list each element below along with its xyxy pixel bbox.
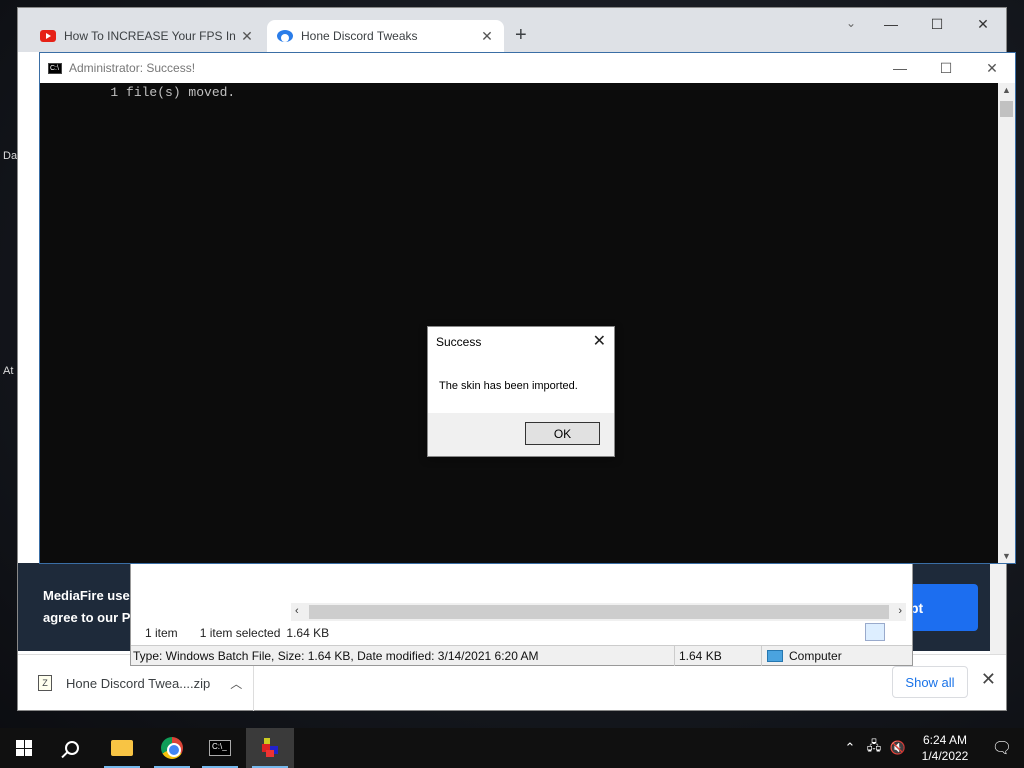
start-button[interactable] <box>0 728 48 768</box>
close-icon[interactable]: ✕ <box>981 669 996 690</box>
vertical-scrollbar[interactable]: ▲ ▼ <box>998 83 1015 563</box>
console-output[interactable]: 1 file(s) moved. ▲ ▼ <box>40 83 1015 563</box>
cmd-icon: C:\ <box>48 62 62 74</box>
details-bar: Type: Windows Batch File, Size: 1.64 KB,… <box>131 645 912 666</box>
cmd-window: C:\ Administrator: Success! — ☐ ✕ 1 file… <box>39 52 1016 564</box>
hone-icon <box>277 30 293 42</box>
notification-icon[interactable]: 🗨 <box>980 738 1024 758</box>
scroll-down-icon[interactable]: ▼ <box>1002 551 1011 561</box>
desktop-label: Da <box>3 150 18 162</box>
ok-button[interactable]: OK <box>525 422 600 445</box>
taskbar-terminal[interactable]: C:\_ <box>196 728 244 768</box>
cmd-titlebar[interactable]: C:\ Administrator: Success! — ☐ ✕ <box>40 53 1015 83</box>
clock-date: 1/4/2022 <box>921 749 969 763</box>
network-icon[interactable]: 🖧 <box>862 737 886 759</box>
search-button[interactable] <box>48 728 96 768</box>
maximize-icon[interactable]: ☐ <box>923 53 969 83</box>
divider <box>761 646 762 666</box>
minimize-icon[interactable]: — <box>868 8 914 40</box>
desktop-left-strip: Da At <box>0 90 18 610</box>
window-controls: — ☐ ✕ <box>877 53 1015 83</box>
chrome-icon <box>161 737 183 759</box>
file-details: Type: Windows Batch File, Size: 1.64 KB,… <box>133 649 539 663</box>
new-tab-button[interactable]: + <box>515 24 527 47</box>
taskbar-file-explorer[interactable] <box>98 728 146 768</box>
scrollbar-thumb[interactable] <box>1000 101 1013 117</box>
dialog-message: The skin has been imported. <box>439 380 578 392</box>
minecraft-icon <box>260 738 280 758</box>
minimize-icon[interactable]: — <box>877 53 923 83</box>
clock-time: 6:24 AM <box>922 733 968 747</box>
tab-youtube[interactable]: How To INCREASE Your FPS In Minecraft ✕ <box>30 20 264 52</box>
chevron-down-icon[interactable]: ⌄ <box>846 16 856 30</box>
volume-muted-icon[interactable]: 🔇 <box>886 740 910 756</box>
dialog-footer: OK <box>428 413 614 456</box>
selection-count: 1 item selected <box>199 626 281 640</box>
show-all-button[interactable]: Show all <box>892 666 968 698</box>
status-bar: 1 item 1 item selected 1.64 KB <box>131 623 912 643</box>
close-icon[interactable]: ✕ <box>960 8 1006 40</box>
view-toggle <box>865 623 907 641</box>
zip-file-icon: Z <box>38 675 52 691</box>
cookie-text: MediaFire uses agree to our Pr <box>43 585 137 629</box>
terminal-icon: C:\_ <box>209 740 231 756</box>
windows-logo-icon <box>16 740 32 756</box>
cookie-text-line: MediaFire uses <box>43 588 137 603</box>
message-dialog: Success ✕ The skin has been imported. OK <box>427 326 615 457</box>
close-icon[interactable]: ✕ <box>969 53 1015 83</box>
desktop-label: At <box>3 365 14 377</box>
window-controls: — ☐ ✕ <box>868 8 1006 40</box>
details-view-icon[interactable] <box>865 623 885 641</box>
window-title: Administrator: Success! <box>69 61 196 75</box>
chevron-left-icon[interactable]: ‹ <box>295 605 299 617</box>
system-tray: ⌃ 🖧 🔇 6:24 AM 1/4/2022 🗨 <box>838 728 1024 768</box>
tab-title: How To INCREASE Your FPS In Minecraft <box>64 29 240 43</box>
large-icons-view-icon[interactable] <box>887 623 907 641</box>
scrollbar-thumb[interactable] <box>309 605 889 619</box>
selection-size: 1.64 KB <box>286 626 330 640</box>
file-explorer-window: ‹ › 1 item 1 item selected 1.64 KB Type:… <box>130 562 913 666</box>
folder-icon <box>111 740 133 756</box>
location: Computer <box>767 649 842 663</box>
location-label: Computer <box>789 649 842 663</box>
clock[interactable]: 6:24 AM 1/4/2022 <box>910 732 980 764</box>
tab-title: Hone Discord Tweaks <box>301 29 418 43</box>
maximize-icon[interactable]: ☐ <box>914 8 960 40</box>
cookie-text-line: agree to our Pr <box>43 610 136 625</box>
chevron-up-icon[interactable]: ︿ <box>230 675 242 692</box>
taskbar-minecraft[interactable] <box>246 728 294 768</box>
tab-bar: How To INCREASE Your FPS In Minecraft ✕ … <box>18 8 1006 52</box>
file-size: 1.64 KB <box>679 649 722 663</box>
close-icon[interactable]: ✕ <box>593 331 606 351</box>
taskbar: C:\_ ⌃ 🖧 🔇 6:24 AM 1/4/2022 🗨 <box>0 728 1024 768</box>
close-icon[interactable]: ✕ <box>480 28 494 45</box>
computer-icon <box>767 650 783 662</box>
console-text: 1 file(s) moved. <box>48 85 236 100</box>
search-icon <box>65 741 79 755</box>
horizontal-scrollbar[interactable]: ‹ › <box>291 603 906 621</box>
download-file-name: Hone Discord Twea....zip <box>66 675 211 691</box>
chevron-right-icon[interactable]: › <box>898 605 902 617</box>
divider <box>674 646 675 666</box>
scroll-up-icon[interactable]: ▲ <box>1002 85 1011 95</box>
taskbar-chrome[interactable] <box>148 728 196 768</box>
dialog-title: Success <box>436 335 482 349</box>
tab-hone[interactable]: Hone Discord Tweaks ✕ <box>267 20 504 52</box>
item-count: 1 item <box>145 626 178 640</box>
youtube-icon <box>40 30 56 42</box>
chevron-up-icon[interactable]: ⌃ <box>838 740 862 756</box>
close-icon[interactable]: ✕ <box>240 28 254 45</box>
